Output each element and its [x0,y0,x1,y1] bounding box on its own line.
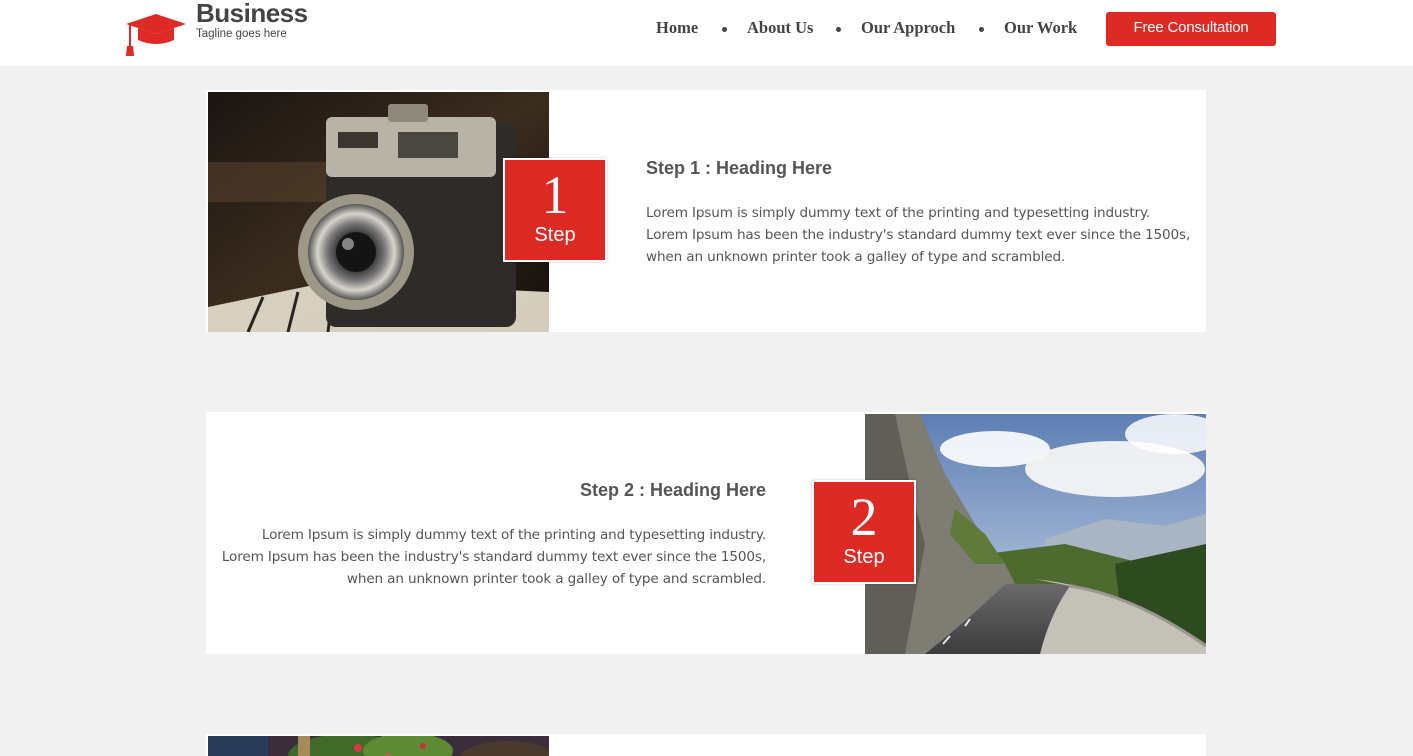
site-header: Business Tagline goes here Home About Us… [0,0,1413,66]
mountain-road-photo [865,414,1206,654]
plants-photo [208,736,549,756]
step-description: Lorem Ipsum is simply dummy text of the … [221,527,766,587]
step-heading: Step 1 : Heading Here [646,158,833,178]
step-number: 1 [541,165,569,225]
nav-separator [979,27,984,32]
nav-our-work[interactable]: Our Work [1004,18,1077,38]
step-card-2: Step 2 : Heading Here Lorem Ipsum is sim… [206,412,1206,654]
nav-about-us[interactable]: About Us [747,18,813,38]
nav-separator [722,27,727,32]
tagline: Tagline goes here [196,28,287,40]
nav-our-approach[interactable]: Our Approch [861,18,955,38]
nav-home[interactable]: Home [656,18,698,38]
step-badge: 1 Step [503,158,607,262]
step-description: Lorem Ipsum is simply dummy text of the … [646,205,1191,265]
step-label: Step [843,546,885,568]
nav-separator [836,27,841,32]
step-card-3 [206,734,1206,756]
camera-photo [208,92,549,332]
step-card-1: 1 Step Step 1 : Heading Here Lorem Ipsum… [206,90,1206,332]
graduation-cap-icon [124,12,188,58]
step-badge: 2 Step [812,480,916,584]
brand-name: Business [196,0,308,28]
step-label: Step [534,224,576,246]
step-heading: Step 2 : Heading Here [579,480,766,500]
step-number: 2 [850,487,878,547]
free-consultation-button[interactable]: Free Consultation [1106,12,1276,46]
